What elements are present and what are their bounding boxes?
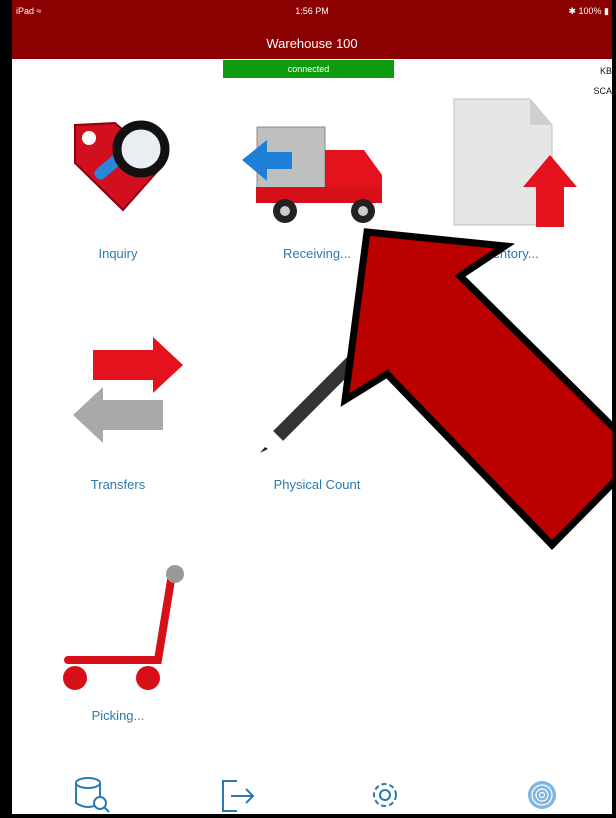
tile-picking[interactable]: Picking... [23,560,213,730]
transfer-arrows-icon [73,337,183,443]
tile-transfers-label: Transfers [90,477,146,492]
shopping-cart-icon [63,565,184,690]
logout-icon[interactable] [217,775,257,815]
ipad-screen: iPad ≈ 1:56 PM ✱ 100% ▮ Warehouse 100 co… [0,0,616,818]
connection-status-badge: connected [223,60,394,78]
tile-picking-label: Picking... [91,708,145,723]
delivery-truck-icon [242,126,382,223]
gear-icon[interactable] [365,775,405,815]
pencil-icon [260,353,361,453]
battery-icon: ▮ [604,6,609,16]
shipping-icon [462,387,582,447]
fingerprint-icon[interactable] [522,775,562,815]
document-upload-icon [453,98,577,227]
database-search-icon[interactable] [72,775,112,815]
kb-label[interactable]: KB [600,66,612,76]
tile-physical-count[interactable]: Physical Count [222,335,412,500]
tile-shipping[interactable]: Ship [412,335,602,500]
app-header: iPad ≈ 1:56 PM ✱ 100% ▮ Warehouse 100 [12,0,612,59]
status-bar: iPad ≈ 1:56 PM ✱ 100% ▮ [12,0,612,22]
tile-physical-count-label: Physical Count [273,477,361,492]
bottom-tab-bar [12,765,612,815]
tile-inquiry-label: Inquiry [98,246,138,261]
price-tag-magnifier-icon [74,120,170,212]
tile-receiving[interactable]: Receiving... [222,105,412,275]
tile-receiving-label: Receiving... [283,246,351,261]
page-title: Warehouse 100 [266,36,358,51]
status-time: 1:56 PM [295,6,329,16]
bluetooth-icon: ✱ [568,6,576,16]
tile-inventory-label: ...ventory... [475,246,539,261]
tile-inventory[interactable]: ...ventory... [412,95,602,275]
tile-inquiry[interactable]: Inquiry [23,105,213,275]
status-battery: ✱ 100% ▮ [568,6,609,16]
tile-transfers[interactable]: Transfers [23,335,213,500]
tile-shipping-label: Ship [493,477,521,492]
